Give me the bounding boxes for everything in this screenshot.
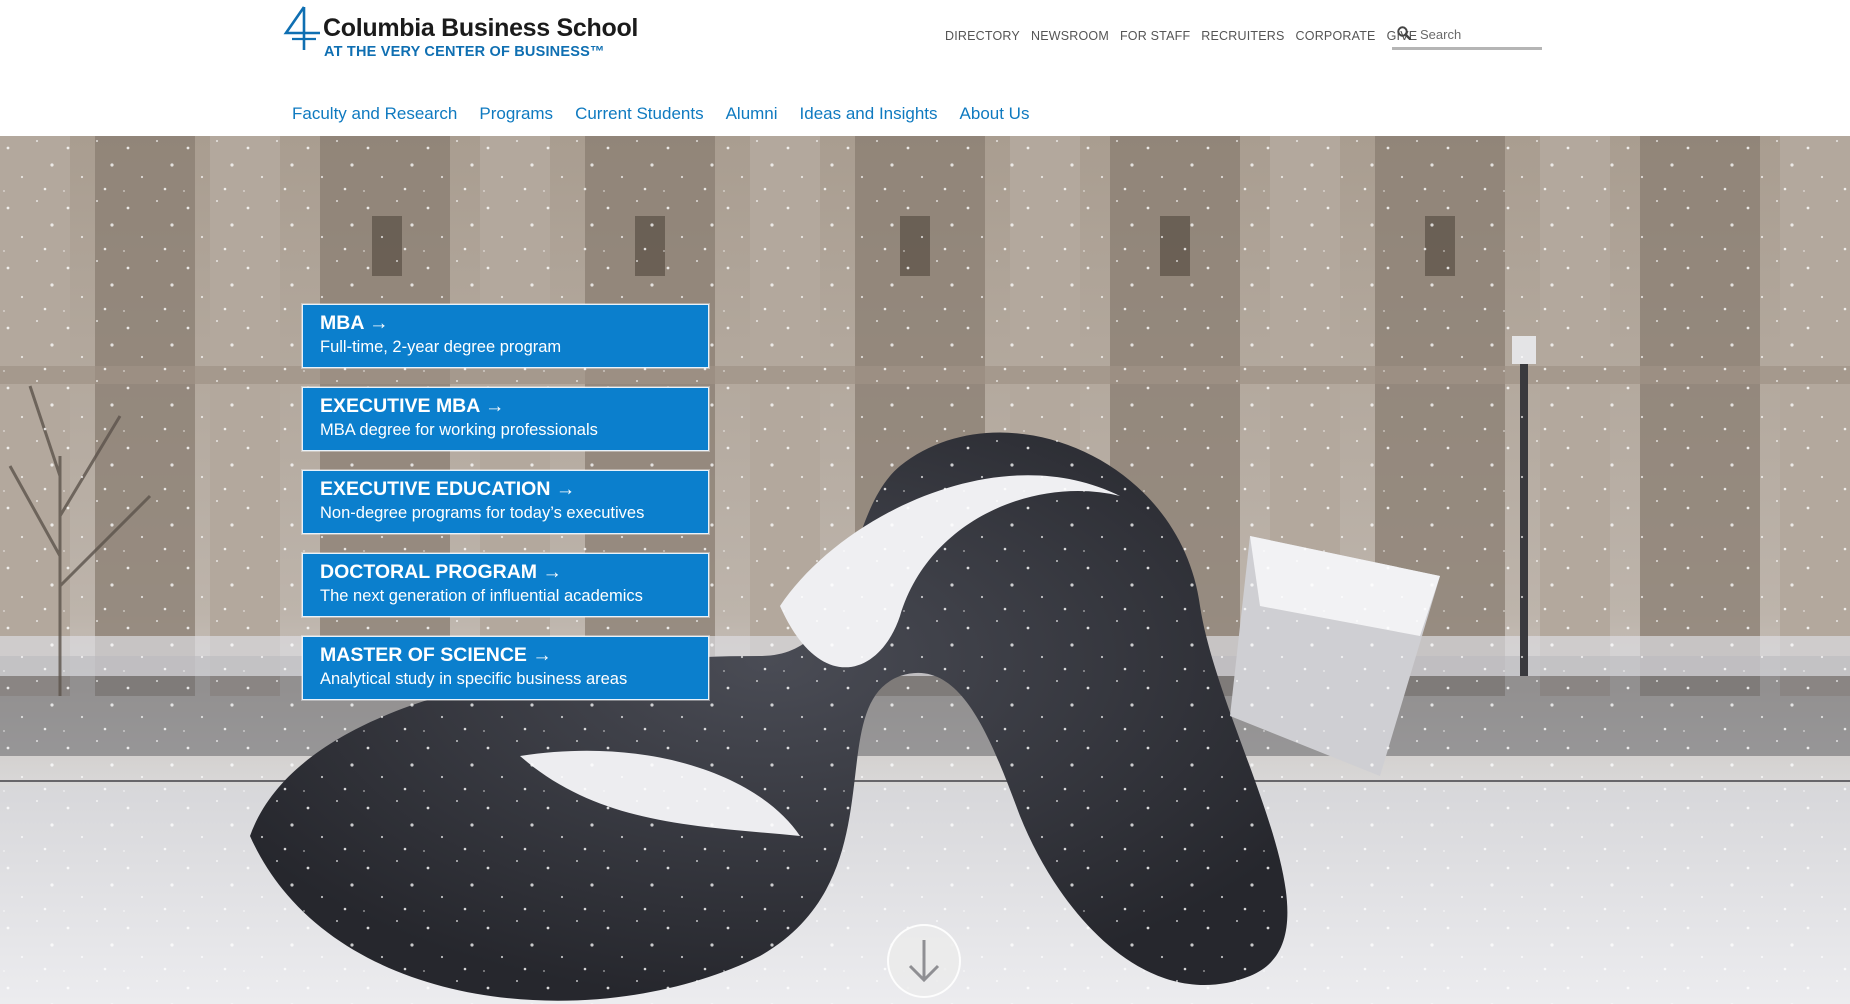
utility-link-for-staff[interactable]: FOR STAFF bbox=[1120, 29, 1190, 47]
program-description: Full-time, 2-year degree program bbox=[320, 338, 562, 356]
search-box bbox=[1392, 20, 1542, 50]
nav-alumni[interactable]: Alumni bbox=[726, 104, 778, 124]
hero-banner: MBA → Full-time, 2-year degree program E… bbox=[0, 136, 1850, 1004]
logo-name: Columbia Business School bbox=[323, 14, 639, 42]
program-card-executive-mba[interactable]: EXECUTIVE MBA → MBA degree for working p… bbox=[302, 387, 709, 451]
program-title: MASTER OF SCIENCE → bbox=[320, 644, 552, 666]
hero-photo bbox=[0, 136, 1850, 1004]
nav-faculty-and-research[interactable]: Faculty and Research bbox=[292, 104, 457, 124]
utility-link-newsroom[interactable]: NEWSROOM bbox=[1031, 29, 1109, 47]
program-card-mba[interactable]: MBA → Full-time, 2-year degree program bbox=[302, 304, 709, 368]
logo-tagline: AT THE VERY CENTER OF BUSINESS™ bbox=[324, 44, 605, 60]
utility-link-directory[interactable]: DIRECTORY bbox=[945, 29, 1020, 47]
program-title: EXECUTIVE EDUCATION → bbox=[320, 478, 576, 500]
utility-nav: DIRECTORY NEWSROOM FOR STAFF RECRUITERS … bbox=[945, 29, 1428, 47]
program-title: EXECUTIVE MBA → bbox=[320, 395, 505, 417]
nav-ideas-and-insights[interactable]: Ideas and Insights bbox=[800, 104, 938, 124]
nav-programs[interactable]: Programs bbox=[479, 104, 553, 124]
utility-link-recruiters[interactable]: RECRUITERS bbox=[1201, 29, 1284, 47]
program-description: The next generation of influential acade… bbox=[320, 587, 643, 605]
utility-link-corporate[interactable]: CORPORATE bbox=[1296, 29, 1376, 47]
program-description: MBA degree for working professionals bbox=[320, 421, 598, 439]
main-nav: Faculty and Research Programs Current St… bbox=[292, 104, 1051, 124]
program-card-master-of-science[interactable]: MASTER OF SCIENCE → Analytical study in … bbox=[302, 636, 709, 700]
program-description: Analytical study in specific business ar… bbox=[320, 670, 628, 688]
nav-about-us[interactable]: About Us bbox=[960, 104, 1030, 124]
logo-mark-icon bbox=[283, 6, 320, 50]
search-icon[interactable] bbox=[1397, 26, 1411, 40]
program-title: DOCTORAL PROGRAM → bbox=[320, 561, 562, 583]
nav-current-students[interactable]: Current Students bbox=[575, 104, 704, 124]
search-input[interactable] bbox=[1420, 22, 1538, 46]
program-card-executive-education[interactable]: EXECUTIVE EDUCATION → Non-degree program… bbox=[302, 470, 709, 534]
site-header: Columbia Business School AT THE VERY CEN… bbox=[0, 0, 1850, 136]
program-title: MBA → bbox=[320, 312, 389, 334]
program-description: Non-degree programs for today’s executiv… bbox=[320, 504, 645, 522]
arrow-down-icon bbox=[908, 940, 940, 983]
program-card-doctoral-program[interactable]: DOCTORAL PROGRAM → The next generation o… bbox=[302, 553, 709, 617]
site-logo[interactable]: Columbia Business School AT THE VERY CEN… bbox=[282, 6, 638, 60]
scroll-down-button[interactable] bbox=[887, 924, 961, 998]
